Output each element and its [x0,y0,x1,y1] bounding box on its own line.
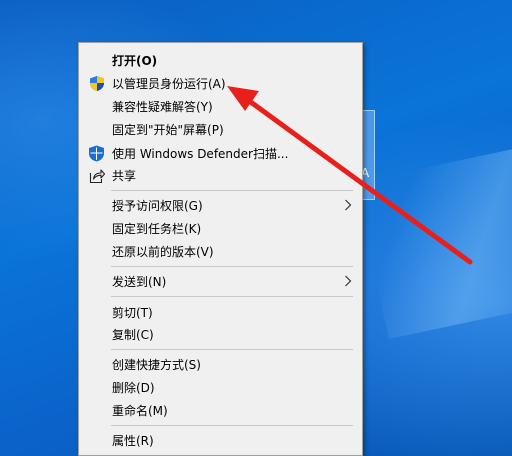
windows-defender-icon [88,145,105,162]
share-icon [88,167,105,184]
menu-item-label: 创建快捷方式(S) [112,357,201,372]
menu-item-cut[interactable]: 剪切(T) [79,301,362,323]
chevron-right-icon [344,275,352,287]
menu-separator [111,296,353,297]
menu-item-label: 共享 [112,168,137,183]
menu-item-delete[interactable]: 删除(D) [79,376,362,398]
menu-separator [111,266,353,267]
uac-shield-icon [88,75,105,92]
menu-item-copy[interactable]: 复制(C) [79,323,362,345]
menu-item-run-as-admin[interactable]: 以管理员身份运行(A) [79,72,362,94]
chevron-right-icon [344,199,352,211]
menu-item-label: 剪切(T) [112,305,153,320]
menu-item-label: 固定到"开始"屏幕(P) [112,122,224,137]
menu-item-label: 使用 Windows Defender扫描... [112,146,289,161]
menu-item-compat-troubleshoot[interactable]: 兼容性疑难解答(Y) [79,95,362,117]
menu-item-open[interactable]: 打开(O) [79,49,362,71]
menu-item-properties[interactable]: 属性(R) [79,429,362,451]
menu-item-label: 删除(D) [112,380,155,395]
menu-item-rename[interactable]: 重命名(M) [79,399,362,421]
menu-separator [111,349,353,350]
menu-item-pin-to-start[interactable]: 固定到"开始"屏幕(P) [79,118,362,140]
menu-item-create-shortcut[interactable]: 创建快捷方式(S) [79,353,362,375]
menu-item-pin-to-taskbar[interactable]: 固定到任务栏(K) [79,217,362,239]
menu-item-label: 打开(O) [112,53,158,68]
menu-item-label: 属性(R) [112,433,154,448]
menu-item-label: 固定到任务栏(K) [112,221,202,236]
menu-item-label: 发送到(N) [112,274,167,289]
menu-item-label: 重命名(M) [112,403,168,418]
menu-item-label: 以管理员身份运行(A) [112,76,226,91]
context-menu: 打开(O) 以管理员身份运行(A) 兼容性疑难解答(Y) 固定到"开始"屏幕(P… [78,42,363,456]
menu-separator [111,425,353,426]
menu-item-label: 复制(C) [112,327,154,342]
menu-separator [111,190,353,191]
menu-item-share[interactable]: 共享 [79,164,362,186]
menu-item-label: 还原以前的版本(V) [112,244,214,259]
menu-item-defender-scan[interactable]: 使用 Windows Defender扫描... [79,142,362,164]
menu-item-grant-access[interactable]: 授予访问权限(G) [79,194,362,216]
menu-item-send-to[interactable]: 发送到(N) [79,270,362,292]
menu-item-label: 兼容性疑难解答(Y) [112,99,213,114]
menu-item-label: 授予访问权限(G) [112,198,203,213]
menu-item-restore-versions[interactable]: 还原以前的版本(V) [79,240,362,262]
wallpaper-light-beam [355,140,512,340]
